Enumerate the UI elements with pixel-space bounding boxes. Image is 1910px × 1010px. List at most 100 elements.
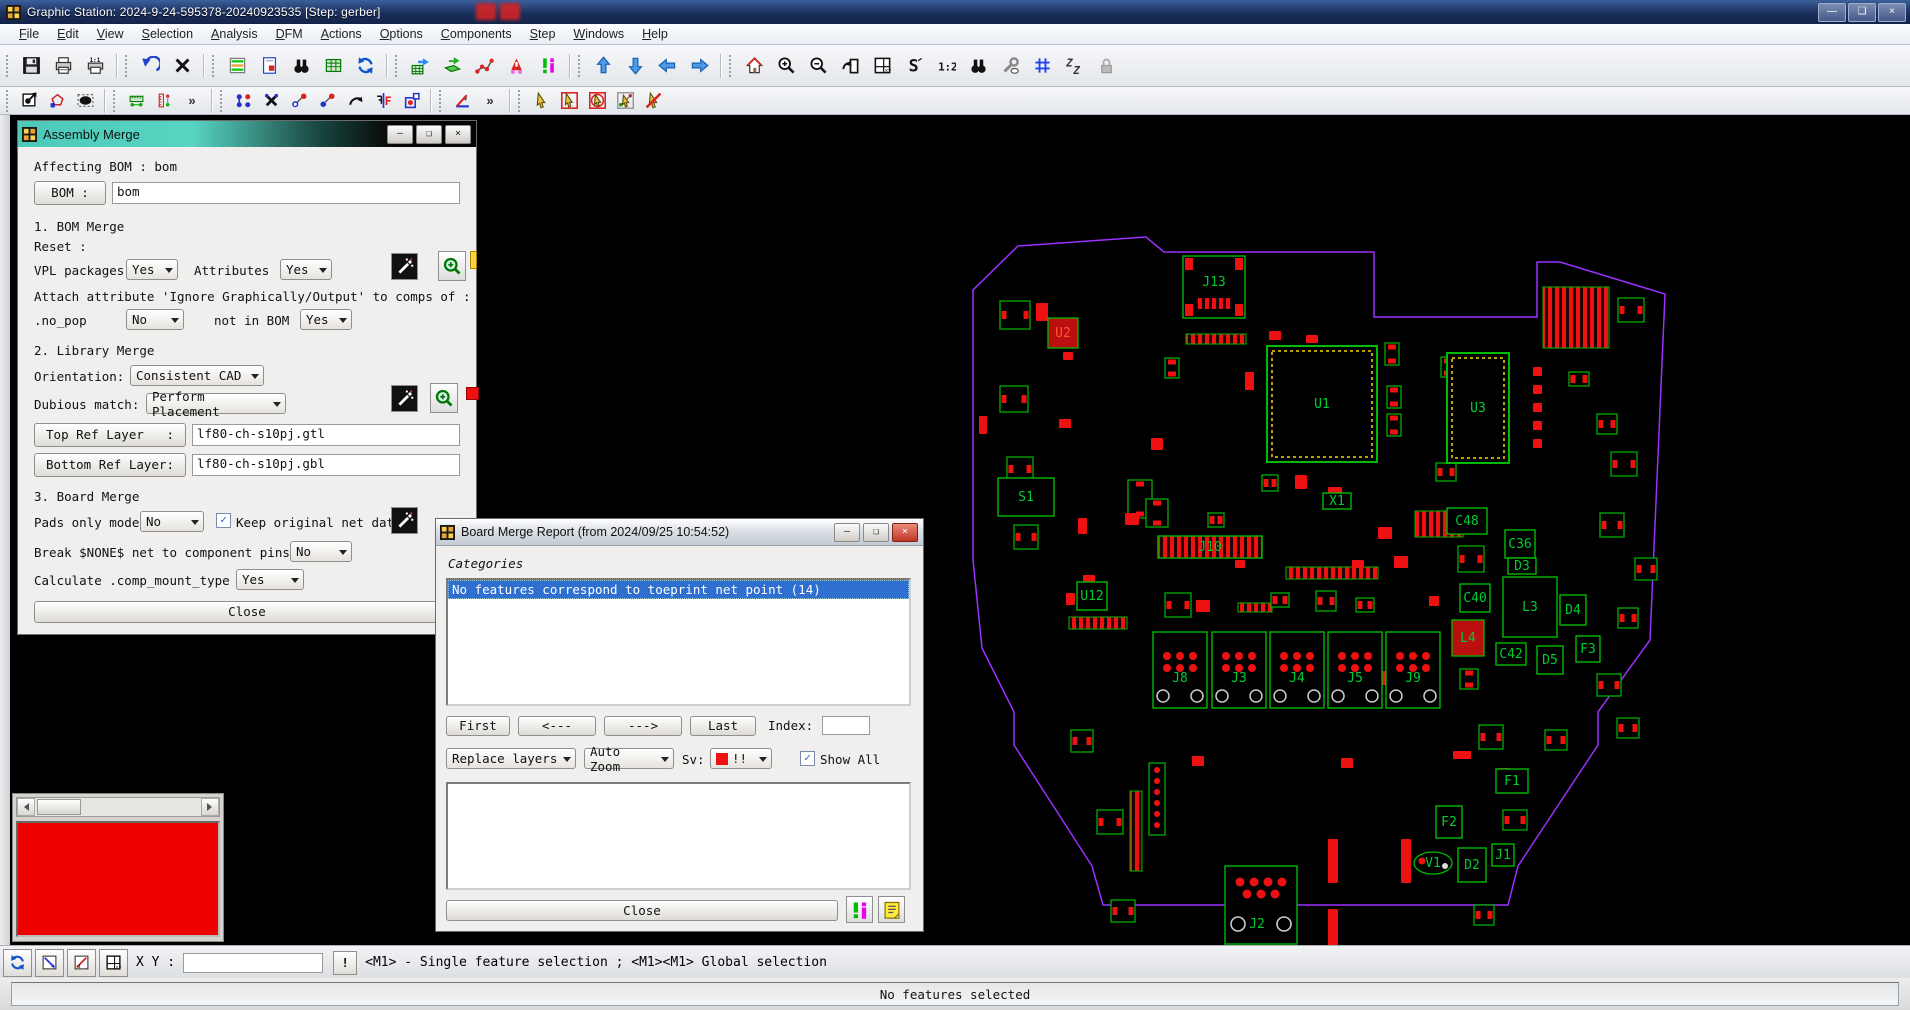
next-button[interactable]: ---> bbox=[604, 716, 682, 736]
menu-item-step[interactable]: Step bbox=[521, 25, 565, 43]
show-all-checkbox[interactable]: ✓ bbox=[800, 751, 815, 766]
detail-textarea[interactable] bbox=[446, 782, 911, 890]
xy-input[interactable] bbox=[183, 953, 323, 973]
menu-item-file[interactable]: File bbox=[10, 25, 48, 43]
select-net-icon[interactable] bbox=[612, 88, 638, 113]
window-xy-icon[interactable]: xy bbox=[867, 51, 897, 81]
bom-merge-view-button[interactable] bbox=[438, 251, 466, 281]
board-merge-run-button[interactable] bbox=[391, 507, 418, 534]
categories-listbox[interactable]: No features correspond to toeprint net p… bbox=[446, 578, 911, 706]
measure-red-icon[interactable] bbox=[151, 88, 177, 113]
refresh-icon[interactable] bbox=[350, 51, 380, 81]
flip-layer-icon[interactable]: ZZ bbox=[1059, 51, 1089, 81]
library-merge-view-button[interactable] bbox=[430, 383, 458, 413]
select-circle-icon[interactable] bbox=[584, 88, 610, 113]
xy-angle-icon[interactable]: α bbox=[67, 949, 96, 977]
delete-icon[interactable] bbox=[167, 51, 197, 81]
measure-green-icon[interactable] bbox=[123, 88, 149, 113]
bottom-ref-layer-input[interactable]: lf80-ch-s10pj.gbl bbox=[192, 454, 460, 476]
pan-down-icon[interactable] bbox=[620, 51, 650, 81]
dfm-analysis-icon[interactable] bbox=[501, 51, 531, 81]
zoom-out-icon[interactable] bbox=[803, 51, 833, 81]
vpl-packages-select[interactable]: Yes bbox=[126, 259, 178, 280]
lock-icon[interactable] bbox=[1091, 51, 1121, 81]
overflow-chevron-2-icon[interactable]: » bbox=[477, 88, 503, 113]
angle-measure-icon[interactable] bbox=[449, 88, 475, 113]
top-ref-layer-button[interactable]: Top Ref Layer : bbox=[34, 423, 186, 447]
move-feature-icon[interactable] bbox=[314, 88, 340, 113]
menu-item-windows[interactable]: Windows bbox=[564, 25, 633, 43]
copy-feature-icon[interactable] bbox=[286, 88, 312, 113]
calc-mount-type-select[interactable]: Yes bbox=[236, 569, 304, 590]
deselect-icon[interactable] bbox=[640, 88, 666, 113]
bom-button[interactable]: BOM : bbox=[34, 181, 106, 205]
report-close-x-button[interactable]: × bbox=[892, 523, 918, 542]
bom-merge-run-button[interactable] bbox=[391, 253, 418, 280]
search-binoculars-icon[interactable] bbox=[963, 51, 993, 81]
highlight-toggle-button[interactable] bbox=[846, 896, 873, 923]
home-view-icon[interactable] bbox=[739, 51, 769, 81]
index-input[interactable] bbox=[822, 716, 870, 735]
maximize-button[interactable]: ❏ bbox=[1848, 3, 1876, 22]
undo-icon[interactable] bbox=[135, 51, 165, 81]
report-close-button[interactable]: Close bbox=[446, 900, 838, 921]
board-merge-icon[interactable] bbox=[437, 51, 467, 81]
assembly-merge-titlebar[interactable]: Assembly Merge — ❏ × bbox=[18, 121, 476, 147]
bom-merge-icon[interactable] bbox=[405, 51, 435, 81]
report-maximize-button[interactable]: ❏ bbox=[863, 523, 889, 542]
top-ref-layer-input[interactable]: lf80-ch-s10pj.gtl bbox=[192, 424, 460, 446]
assembly-close-button[interactable]: Close bbox=[34, 601, 460, 623]
prev-button[interactable]: <--- bbox=[518, 716, 596, 736]
last-button[interactable]: Last bbox=[690, 716, 756, 736]
dialog-close-button[interactable]: × bbox=[445, 125, 471, 144]
transform-icon[interactable] bbox=[16, 88, 42, 113]
bom-input[interactable]: bom bbox=[112, 182, 460, 204]
pan-left-icon[interactable] bbox=[652, 51, 682, 81]
not-in-bom-select[interactable]: Yes bbox=[300, 309, 352, 330]
no-pop-select[interactable]: No bbox=[126, 309, 184, 330]
attributes-select[interactable]: Yes bbox=[280, 259, 332, 280]
ellipse-select-icon[interactable] bbox=[72, 88, 98, 113]
dialog-maximize-button[interactable]: ❏ bbox=[416, 125, 442, 144]
table-grid-icon[interactable] bbox=[318, 51, 348, 81]
first-button[interactable]: First bbox=[446, 716, 510, 736]
orientation-select[interactable]: Consistent CAD bbox=[130, 365, 264, 386]
rotate-icon[interactable] bbox=[342, 88, 368, 113]
probe-tool-icon[interactable]: c bbox=[995, 51, 1025, 81]
warn-pair-icon[interactable] bbox=[533, 51, 563, 81]
close-button[interactable]: × bbox=[1878, 3, 1906, 22]
scale-1to2-icon[interactable]: 1:2 bbox=[931, 51, 961, 81]
xy-diagonal-icon[interactable] bbox=[35, 949, 64, 977]
dubious-match-select[interactable]: Perform Placement bbox=[146, 393, 286, 414]
menu-item-selection[interactable]: Selection bbox=[133, 25, 202, 43]
print-icon[interactable] bbox=[48, 51, 78, 81]
net-points-icon[interactable] bbox=[469, 51, 499, 81]
report-titlebar[interactable]: Board Merge Report (from 2024/09/25 10:5… bbox=[436, 519, 923, 546]
pads-only-select[interactable]: No bbox=[140, 511, 204, 532]
print-1to1-icon[interactable]: 1:1 bbox=[80, 51, 110, 81]
redraw-icon[interactable] bbox=[835, 51, 865, 81]
selected-category[interactable]: No features correspond to toeprint net p… bbox=[448, 580, 909, 599]
break-none-select[interactable]: No bbox=[290, 541, 352, 562]
select-cursor-icon[interactable] bbox=[528, 88, 554, 113]
menu-item-view[interactable]: View bbox=[88, 25, 133, 43]
document-preview-icon[interactable] bbox=[254, 51, 284, 81]
dialog-minimize-button[interactable]: — bbox=[387, 125, 413, 144]
overview-thumbnail[interactable] bbox=[16, 821, 220, 937]
delete-feature-icon[interactable] bbox=[258, 88, 284, 113]
menu-item-help[interactable]: Help bbox=[633, 25, 677, 43]
layers-list-icon[interactable] bbox=[222, 51, 252, 81]
library-merge-run-button[interactable] bbox=[391, 385, 418, 412]
report-notes-button[interactable] bbox=[878, 896, 905, 923]
grid-toggle-icon[interactable] bbox=[1027, 51, 1057, 81]
save-icon[interactable] bbox=[16, 51, 46, 81]
alert-button[interactable]: ! bbox=[333, 951, 357, 975]
pan-up-icon[interactable] bbox=[588, 51, 618, 81]
minimize-button[interactable]: — bbox=[1818, 3, 1846, 22]
xy-refresh-icon[interactable] bbox=[3, 949, 32, 977]
xy-grid-icon[interactable]: xy bbox=[99, 949, 128, 977]
menu-item-actions[interactable]: Actions bbox=[312, 25, 371, 43]
menu-item-options[interactable]: Options bbox=[371, 25, 432, 43]
polygon-edit-icon[interactable] bbox=[44, 88, 70, 113]
select-box-icon[interactable] bbox=[556, 88, 582, 113]
